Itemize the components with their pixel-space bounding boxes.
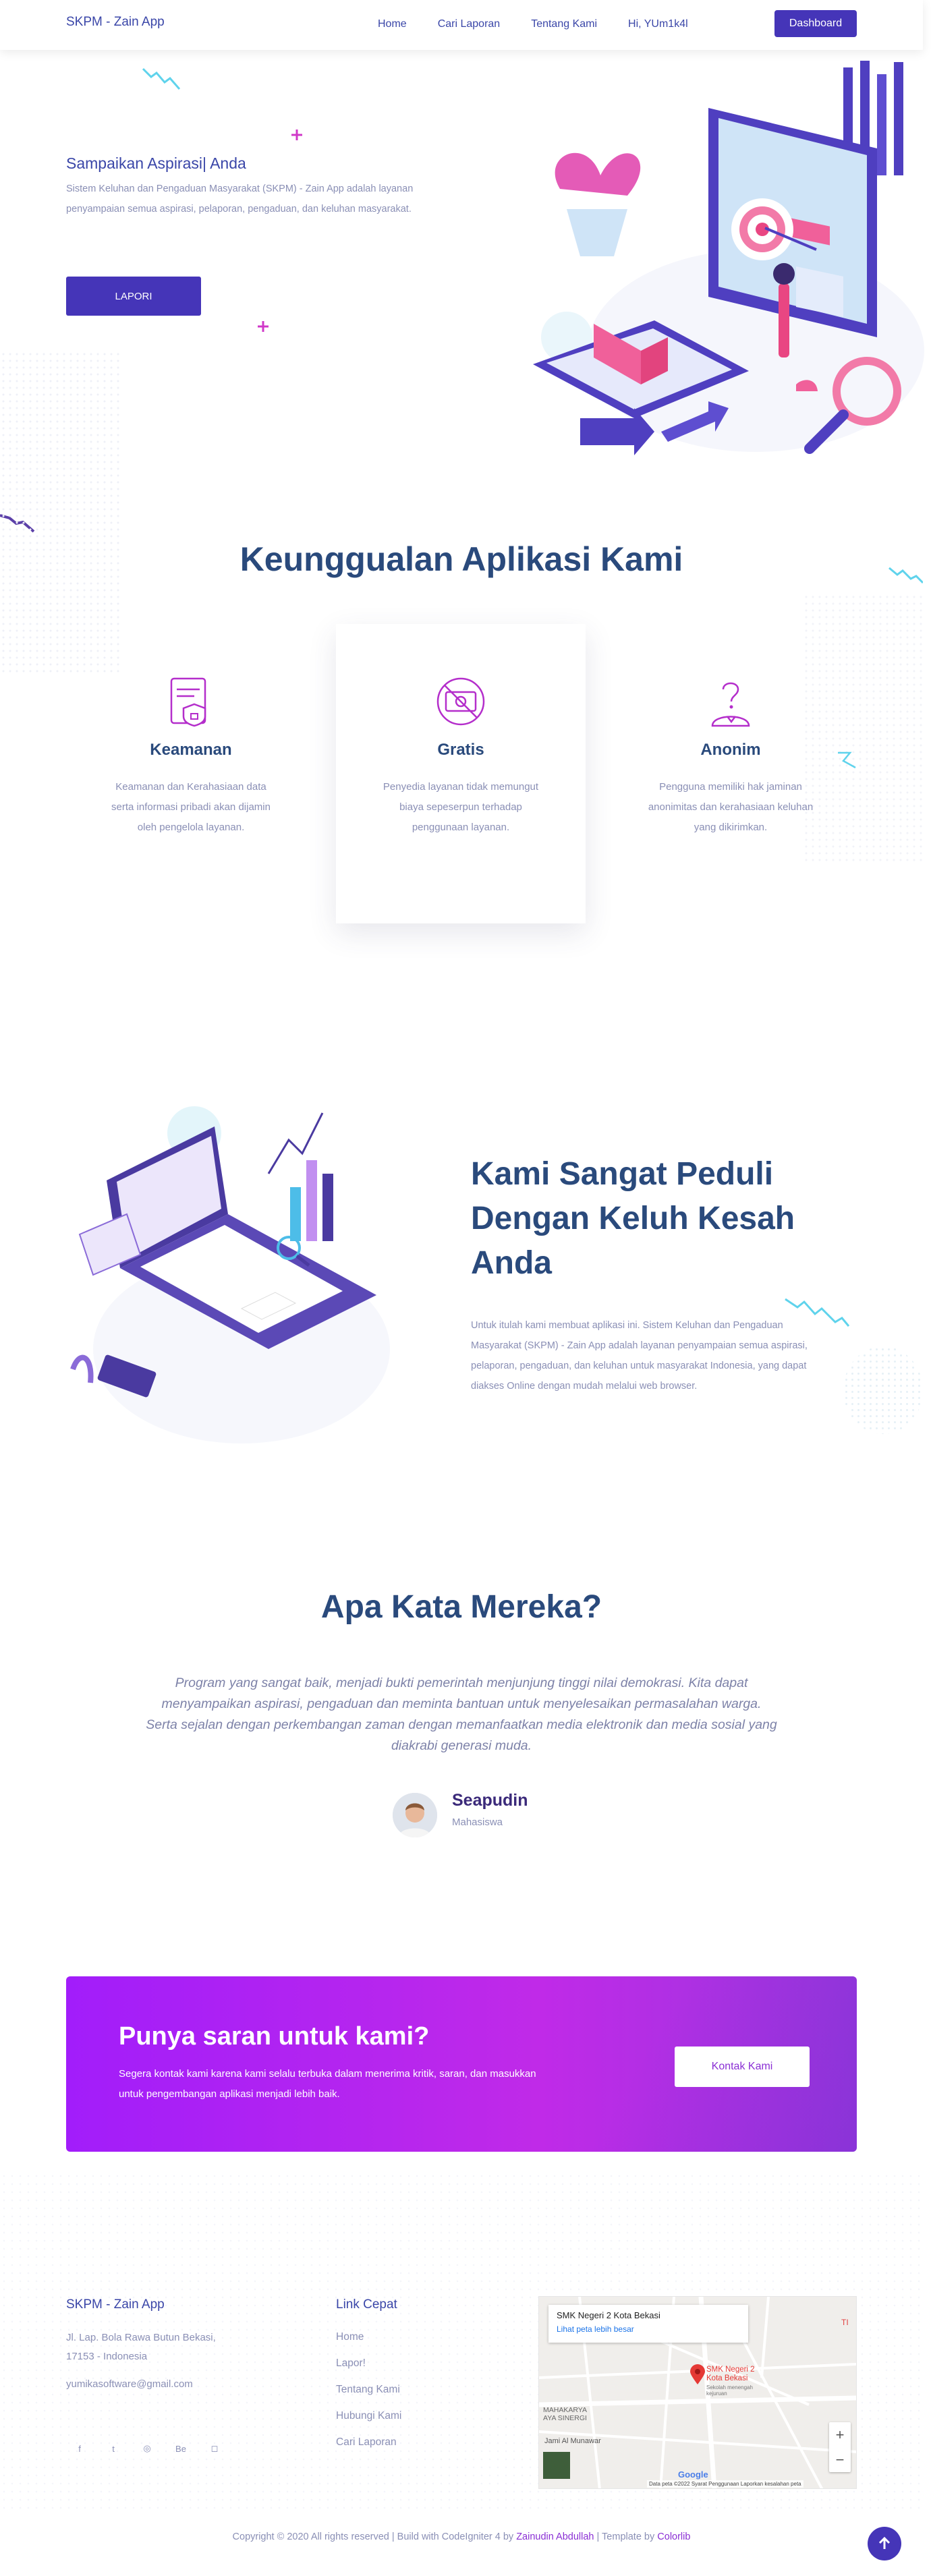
person-photo-icon [393,1793,437,1837]
hero-illustration [533,61,924,455]
nav-cari-laporan[interactable]: Cari Laporan [438,18,501,30]
shield-document-icon [170,677,206,727]
map-pin-icon [690,2364,705,2384]
kontak-kami-button[interactable]: Kontak Kami [675,2047,810,2087]
map-credits: Data peta ©2022 Syarat Penggunaan Lapork… [647,2480,803,2488]
footer-address: Jl. Lap. Bola Rawa Butun Bekasi, 17153 -… [66,2332,216,2362]
feature-card-keamanan: Keamanan Keamanan dan Kerahasiaan data s… [66,624,316,838]
feature-title-keamanan: Keamanan [150,741,232,759]
lightning-decoration [838,751,856,769]
hero-title: Sampaikan Aspirasi| Anda [66,154,246,172]
peduli-description: Untuk itulah kami membuat aplikasi ini. … [471,1320,808,1392]
testimonial-name: Seapudin [452,1791,528,1810]
facebook-icon[interactable]: f [66,2435,93,2462]
feature-card-anonim: Anonim Pengguna memiliki hak jaminan ano… [606,624,855,838]
footer-link-lapor[interactable]: Lapor! [336,2357,401,2370]
nav-links: Home Cari Laporan Tentang Kami Hi, YUm1k… [378,18,719,30]
zoom-in-button[interactable]: + [829,2422,851,2447]
nav-home[interactable]: Home [378,18,407,30]
map-area-label: MAHAKARYA [543,2406,587,2414]
plus-decoration [291,130,302,140]
map-embed[interactable]: TI SMK Negeri 2 Kota Bekasi Lihat peta l… [538,2296,857,2489]
social-links: f t ◎ Be ◻ [66,2435,228,2462]
map-pin-sub: Sekolah menengah kejuruan [706,2384,753,2397]
cta-text: Segera kontak kami karena kami selalu te… [119,2068,536,2100]
dot-pattern-decoration [843,1346,923,1434]
nav-user-greeting[interactable]: Hi, YUm1k4l [628,18,688,30]
free-no-money-icon [436,677,485,726]
footer-link-tentang-kami[interactable]: Tentang Kami [336,2383,401,2397]
author-link[interactable]: Zainudin Abdullah [516,2531,594,2542]
zoom-out-button[interactable]: − [829,2447,851,2472]
peduli-title: Kami Sangat Peduli Dengan Keluh Kesah An… [471,1156,795,1281]
navbar: SKPM - Zain App Home Cari Laporan Tentan… [0,0,923,50]
map-zoom-control: + − [829,2422,851,2472]
laptop-illustration [70,1106,390,1443]
dribbble-icon[interactable]: ◎ [134,2435,161,2462]
footer-link-home[interactable]: Home [336,2330,401,2344]
behance-icon[interactable]: Be [167,2435,194,2462]
map-area-label: Jami Al Munawar [544,2437,601,2445]
svg-text:TI: TI [841,2318,849,2327]
footer-brand: SKPM - Zain App [66,2297,165,2312]
squiggle-decoration [142,67,181,90]
testimonial-quote: Program yang sangat baik, menjadi bukti … [146,1676,777,1753]
arrow-up-icon [878,2537,891,2549]
map-place-card: SMK Negeri 2 Kota Bekasi Lihat peta lebi… [548,2305,748,2343]
footer-link-hubungi-kami[interactable]: Hubungi Kami [336,2409,401,2423]
dashboard-button[interactable]: Dashboard [774,10,857,37]
feature-text-keamanan: Keamanan dan Kerahasiaan data serta info… [111,781,271,833]
feature-text-anonim: Pengguna memiliki hak jaminan anonimitas… [648,781,814,833]
feature-card-gratis: Gratis Penyedia layanan tidak memungut b… [336,624,586,923]
feature-text-gratis: Penyedia layanan tidak memungut biaya se… [383,781,539,833]
avatar [393,1793,437,1837]
testimonial-title: Apa Kata Mereka? [320,1589,602,1625]
footer-link-cari-laporan[interactable]: Cari Laporan [336,2436,401,2449]
hero-description: Sistem Keluhan dan Pengaduan Masyarakat … [66,183,414,214]
testimonial-role: Mahasiswa [452,1816,503,1828]
copyright-text: Copyright © 2020 All rights reserved | B… [232,2531,517,2542]
cta-title: Punya saran untuk kami? [119,2022,430,2051]
features-title: Keunggualan Aplikasi Kami [239,540,683,578]
lapor-button[interactable]: LAPORI [66,277,201,316]
plus-decoration [258,321,269,332]
brand-logo[interactable]: SKPM - Zain App [66,15,165,30]
anonymous-user-icon [711,682,750,727]
map-area-label: AYA SINERGI [543,2414,587,2422]
google-logo: Google [678,2469,708,2480]
cta-banner: Punya saran untuk kami? Segera kontak ka… [66,1976,857,2152]
copyright-text: | Template by [594,2531,658,2542]
page: SKPM - Zain App Home Cari Laporan Tentan… [0,0,931,2576]
feature-title-anonim: Anonim [700,741,761,759]
footer-links-title: Link Cepat [336,2297,397,2312]
copyright: Copyright © 2020 All rights reserved | B… [0,2531,923,2542]
map-place-name: SMK Negeri 2 Kota Bekasi [557,2310,660,2320]
feature-title-gratis: Gratis [437,741,484,759]
footer-links: Home Lapor! Tentang Kami Hubungi Kami Ca… [336,2330,401,2462]
template-link[interactable]: Colorlib [657,2531,690,2542]
footer-email[interactable]: yumikasoftware@gmail.com [66,2378,193,2390]
nav-tentang-kami[interactable]: Tentang Kami [531,18,597,30]
map-larger-link[interactable]: Lihat peta lebih besar [557,2324,740,2334]
instagram-icon[interactable]: ◻ [201,2435,228,2462]
map-pin-label: SMK Negeri 2 Kota Bekasi [706,2366,755,2382]
squiggle-decoration [785,1298,850,1327]
scroll-top-button[interactable] [868,2527,901,2560]
twitter-icon[interactable]: t [100,2435,127,2462]
